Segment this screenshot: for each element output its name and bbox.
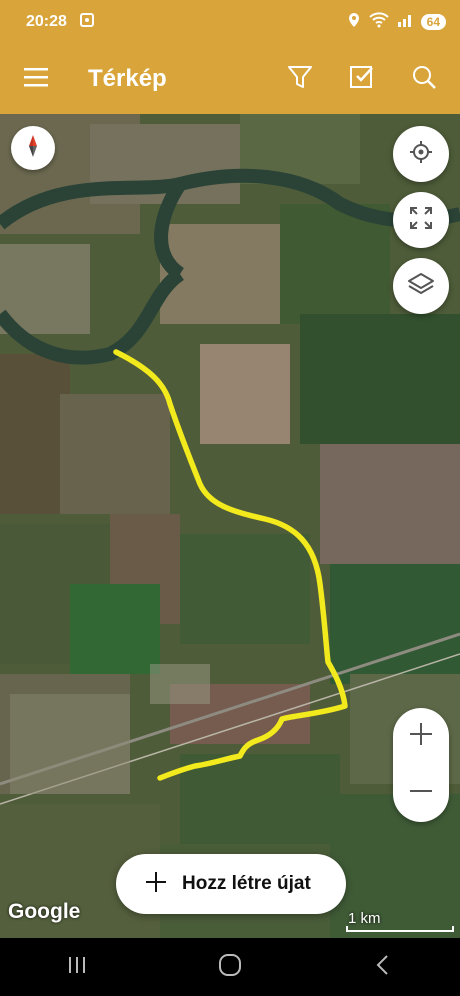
search-button[interactable] <box>400 55 448 103</box>
map-scale: 1 km <box>346 910 456 932</box>
search-icon <box>410 63 438 96</box>
crosshair-icon <box>408 139 434 170</box>
compass-button[interactable] <box>11 126 55 170</box>
google-attribution: Google <box>8 900 81 923</box>
page-title: Térkép <box>88 65 167 92</box>
plus-icon <box>408 721 434 752</box>
screenshot-icon <box>79 12 95 33</box>
zoom-in-button[interactable] <box>393 708 449 765</box>
compass-icon <box>20 133 46 164</box>
fit-track-button[interactable] <box>393 192 449 248</box>
recents-icon <box>65 954 89 981</box>
status-time: 20:28 <box>26 13 67 30</box>
signal-icon <box>397 13 413 32</box>
recent-apps-button[interactable] <box>47 943 107 991</box>
back-icon <box>373 953 393 982</box>
layers-icon <box>407 271 435 302</box>
menu-icon <box>22 65 50 94</box>
create-new-label: Hozz létre újat <box>182 873 311 894</box>
home-button[interactable] <box>200 943 260 991</box>
system-nav-bar <box>0 938 460 996</box>
status-bar: 20:28 64 <box>0 0 460 44</box>
select-button[interactable] <box>338 55 386 103</box>
zoom-out-button[interactable] <box>393 765 449 822</box>
map-view[interactable] <box>0 114 460 938</box>
location-icon <box>347 12 361 33</box>
filter-button[interactable] <box>276 55 324 103</box>
expand-icon <box>408 205 434 236</box>
map-layers-button[interactable] <box>393 258 449 314</box>
create-new-button[interactable]: Hozz létre újat <box>116 854 346 914</box>
checkbox-icon <box>348 63 376 96</box>
minus-icon <box>408 778 434 809</box>
satellite-map <box>0 114 460 938</box>
app-bar: Térkép <box>0 44 460 114</box>
plus-icon <box>144 870 168 899</box>
back-button[interactable] <box>353 943 413 991</box>
menu-button[interactable] <box>12 55 60 103</box>
wifi-icon <box>368 11 389 33</box>
filter-icon <box>286 63 314 96</box>
zoom-control <box>393 708 449 822</box>
scale-bar <box>346 926 454 932</box>
battery-indicator: 64 <box>420 14 446 30</box>
locate-me-button[interactable] <box>393 126 449 182</box>
home-icon <box>217 952 243 983</box>
scale-label: 1 km <box>348 910 381 927</box>
